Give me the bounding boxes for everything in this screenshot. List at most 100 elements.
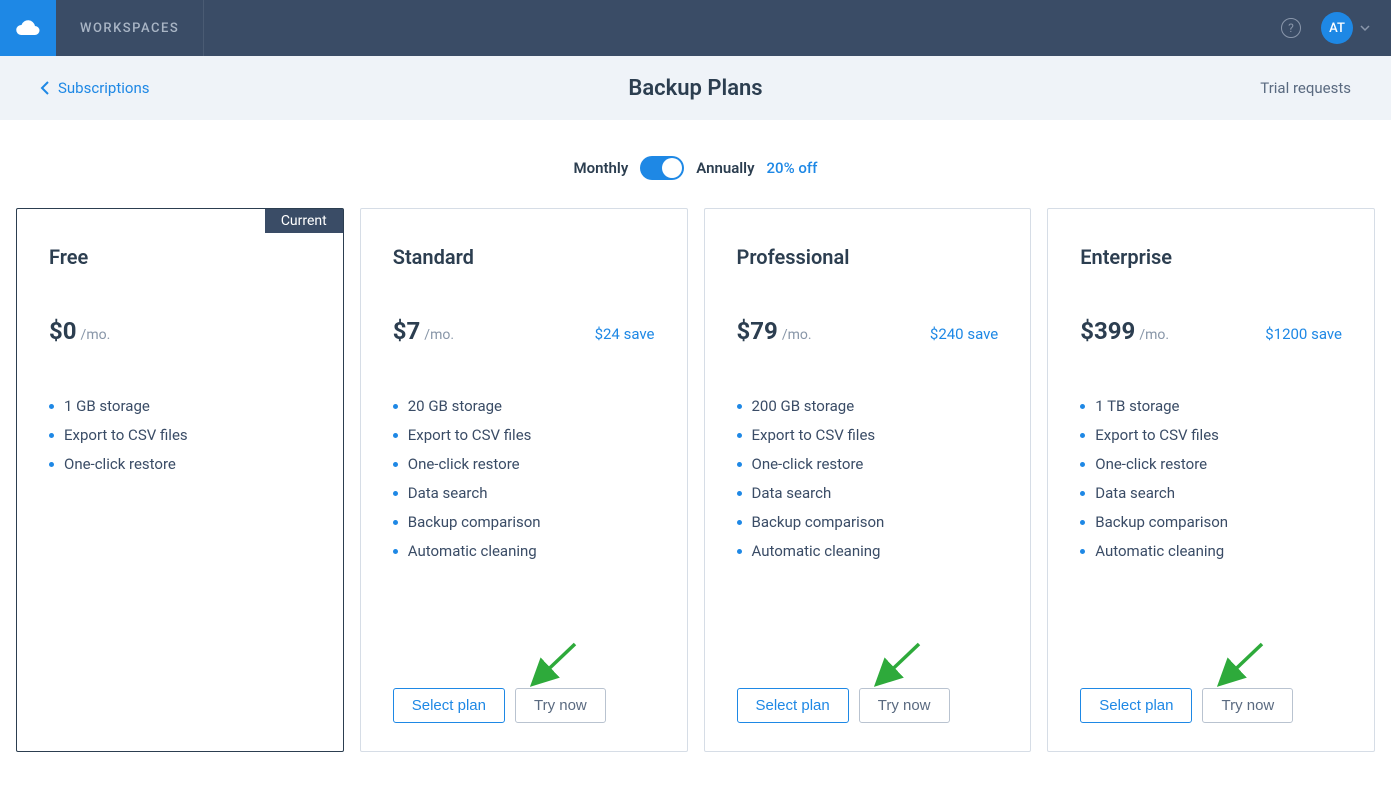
bullet-icon (393, 520, 398, 525)
feature-label: 1 TB storage (1095, 397, 1179, 415)
bullet-icon (737, 491, 742, 496)
try-now-button[interactable]: Try now (515, 688, 606, 723)
billing-annually-label: Annually (696, 159, 754, 177)
feature-label: Export to CSV files (752, 426, 876, 444)
bullet-icon (737, 549, 742, 554)
plan-card-free: Current Free $0/mo. 1 GB storageExport to C… (16, 208, 344, 752)
bullet-icon (1080, 404, 1085, 409)
plan-card-standard: Standard$7/mo.$24 save20 GB storageExpor… (360, 208, 688, 752)
nav-tab-workspaces[interactable]: WORKSPACES (56, 0, 204, 56)
feature-label: Export to CSV files (64, 426, 188, 444)
chevron-down-icon (1359, 22, 1371, 34)
feature-list: 200 GB storage Export to CSV files One-cli… (737, 397, 999, 571)
price-row: $0/mo. (49, 317, 311, 345)
feature-item: Export to CSV files (49, 426, 311, 444)
select-plan-button[interactable]: Select plan (1080, 688, 1192, 723)
feature-item: One-click restore (49, 455, 311, 473)
annotation-arrow-icon (1210, 640, 1270, 690)
current-tag: Current (265, 209, 343, 233)
feature-item: One-click restore (393, 455, 655, 473)
feature-item: Automatic cleaning (1080, 542, 1342, 560)
feature-item: Export to CSV files (393, 426, 655, 444)
bullet-icon (393, 433, 398, 438)
feature-item: 1 TB storage (1080, 397, 1342, 415)
billing-toggle-row: Monthly Annually 20% off (0, 120, 1391, 208)
plan-price: $399 (1080, 317, 1135, 345)
feature-label: Automatic cleaning (1095, 542, 1224, 560)
feature-item: Data search (737, 484, 999, 502)
feature-label: One-click restore (1095, 455, 1207, 473)
feature-label: Data search (1095, 484, 1175, 502)
trial-requests-link[interactable]: Trial requests (1260, 79, 1351, 97)
feature-label: One-click restore (752, 455, 864, 473)
price-row: $79/mo.$240 save (737, 317, 999, 345)
feature-item: Export to CSV files (737, 426, 999, 444)
feature-label: 20 GB storage (408, 397, 502, 415)
bullet-icon (393, 549, 398, 554)
feature-label: Data search (408, 484, 488, 502)
annotation-arrow-icon (867, 640, 927, 690)
top-navbar: WORKSPACES ? AT (0, 0, 1391, 56)
bullet-icon (49, 462, 54, 467)
billing-toggle[interactable] (640, 156, 684, 180)
feature-label: Backup comparison (1095, 513, 1228, 531)
feature-item: Automatic cleaning (737, 542, 999, 560)
avatar-initials: AT (1329, 21, 1345, 36)
card-actions: Select plan Try now (737, 688, 999, 723)
annotation-arrow-icon (523, 640, 583, 690)
per-month-label: /mo. (782, 327, 812, 343)
help-icon[interactable]: ? (1281, 18, 1301, 38)
back-link-subscriptions[interactable]: Subscriptions (40, 79, 149, 97)
bullet-icon (737, 433, 742, 438)
plans-grid: Current Free $0/mo. 1 GB storageExport to C… (0, 208, 1391, 780)
bullet-icon (49, 404, 54, 409)
plan-save-amount: $24 save (595, 325, 655, 343)
toggle-knob (662, 158, 682, 178)
feature-label: Backup comparison (408, 513, 541, 531)
feature-item: 200 GB storage (737, 397, 999, 415)
plan-name: Enterprise (1080, 245, 1342, 269)
chevron-left-icon (40, 80, 50, 96)
plan-save-amount: $1200 save (1265, 325, 1342, 343)
app-logo[interactable] (0, 0, 56, 56)
plan-name: Professional (737, 245, 999, 269)
feature-item: Data search (393, 484, 655, 502)
feature-list: 1 GB storageExport to CSV filesOne-click… (49, 397, 311, 484)
feature-item: One-click restore (737, 455, 999, 473)
bullet-icon (1080, 549, 1085, 554)
user-menu[interactable]: AT (1321, 12, 1371, 44)
nav-tab-label: WORKSPACES (80, 21, 179, 36)
feature-item: Automatic cleaning (393, 542, 655, 560)
feature-label: One-click restore (64, 455, 176, 473)
per-month-label: /mo. (81, 327, 111, 343)
select-plan-button[interactable]: Select plan (737, 688, 849, 723)
feature-label: Data search (752, 484, 832, 502)
feature-item: Backup comparison (737, 513, 999, 531)
price-row: $7/mo.$24 save (393, 317, 655, 345)
plan-price: $7 (393, 317, 421, 345)
feature-label: Export to CSV files (1095, 426, 1219, 444)
feature-label: Backup comparison (752, 513, 885, 531)
feature-label: Automatic cleaning (408, 542, 537, 560)
bullet-icon (737, 404, 742, 409)
bullet-icon (393, 404, 398, 409)
price-row: $399/mo. $1200 save (1080, 317, 1342, 345)
back-link-label: Subscriptions (58, 79, 149, 97)
avatar: AT (1321, 12, 1353, 44)
per-month-label: /mo. (1139, 327, 1169, 343)
try-now-button[interactable]: Try now (859, 688, 950, 723)
bullet-icon (1080, 433, 1085, 438)
bullet-icon (1080, 491, 1085, 496)
bullet-icon (1080, 462, 1085, 467)
card-actions: Select plan Try now (393, 688, 655, 723)
feature-item: Backup comparison (393, 513, 655, 531)
feature-label: One-click restore (408, 455, 520, 473)
bullet-icon (393, 491, 398, 496)
select-plan-button[interactable]: Select plan (393, 688, 505, 723)
try-now-button[interactable]: Try now (1202, 688, 1293, 723)
plan-name: Free (49, 245, 311, 269)
bullet-icon (1080, 520, 1085, 525)
plan-save-amount: $240 save (930, 325, 998, 343)
plan-card-professional: Professional$79/mo.$240 save200 GB stora… (704, 208, 1032, 752)
feature-item: One-click restore (1080, 455, 1342, 473)
